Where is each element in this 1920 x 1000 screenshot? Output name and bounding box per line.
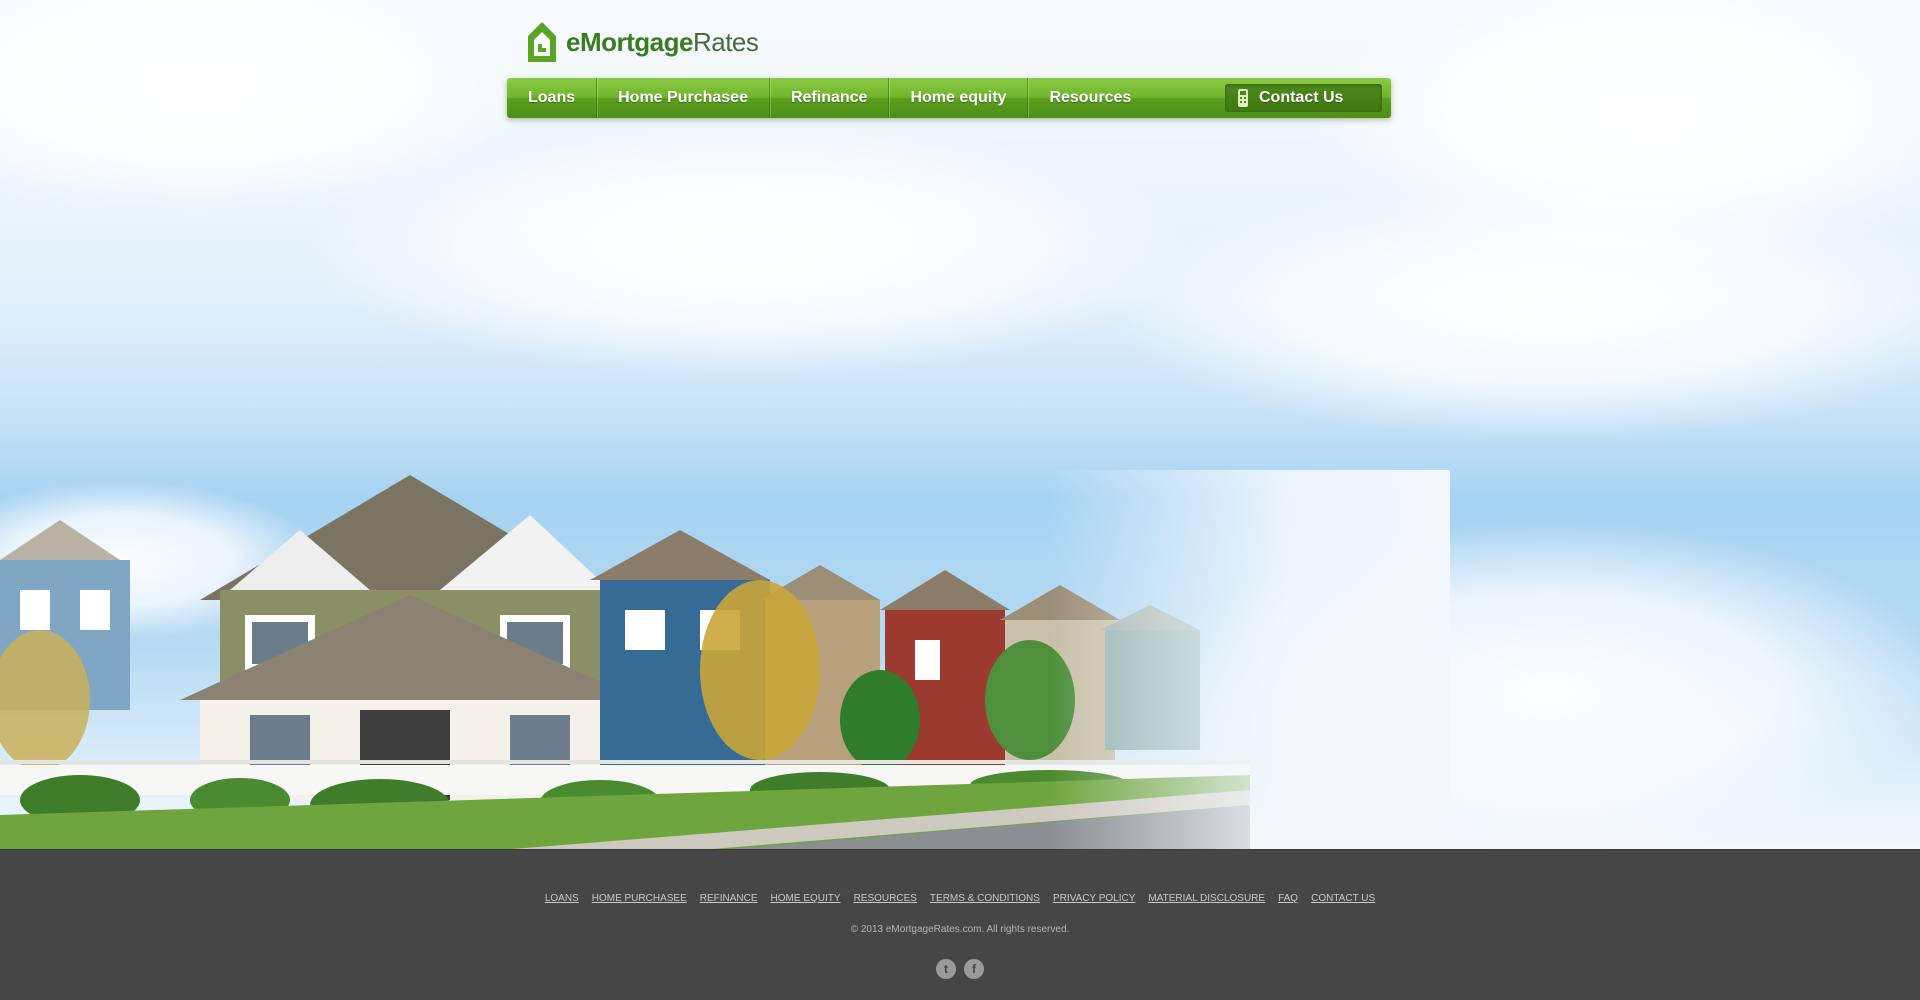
footer-link-home-equity[interactable]: HOME EQUITY	[771, 893, 841, 904]
nav-item-home-equity[interactable]: Home equity	[889, 78, 1029, 118]
street-fade-overlay	[1050, 470, 1450, 850]
footer-link-resources[interactable]: RESOURCES	[854, 893, 917, 904]
nav-item-loans[interactable]: Loans	[507, 78, 598, 118]
nav-item-refinance[interactable]: Refinance	[770, 78, 890, 118]
footer-link-privacy[interactable]: PRIVACY POLICY	[1053, 893, 1135, 904]
house-logo-icon	[528, 22, 556, 62]
footer-link-refinance[interactable]: REFINANCE	[700, 893, 758, 904]
cloud	[300, 120, 1200, 380]
contact-us-label: Contact Us	[1259, 89, 1344, 106]
footer-link-loans[interactable]: LOANS	[545, 893, 579, 904]
footer-link-home-purchase[interactable]: HOME PURCHASEE	[592, 893, 687, 904]
logo-text-light: Rates	[692, 26, 759, 57]
nav-item-home-purchase[interactable]: Home Purchasee	[597, 78, 770, 118]
twitter-icon[interactable]: t	[936, 959, 956, 979]
facebook-icon[interactable]: f	[964, 959, 984, 979]
footer-nav: LOANS HOME PURCHASEE REFINANCE HOME EQUI…	[0, 893, 1920, 904]
page: eMortgageRates Loans Home Purchasee Refi…	[0, 0, 1920, 1000]
logo-text-bold: eMortgage	[566, 26, 693, 57]
copyright-text: © 2013 eMortgageRates.com. All rights re…	[850, 924, 1070, 935]
footer-link-disclosure[interactable]: MATERIAL DISCLOSURE	[1148, 893, 1265, 904]
contact-us-button[interactable]: Contact Us	[1225, 84, 1382, 112]
main-nav: Loans Home Purchasee Refinance Home equi…	[507, 78, 1391, 118]
social-links: t f	[0, 959, 1920, 979]
logo[interactable]: eMortgageRates	[526, 20, 759, 64]
footer: LOANS HOME PURCHASEE REFINANCE HOME EQUI…	[0, 849, 1920, 1000]
phone-icon	[1238, 89, 1248, 107]
cloud	[1100, 180, 1920, 440]
footer-link-contact[interactable]: CONTACT US	[1311, 893, 1375, 904]
nav-item-resources[interactable]: Resources	[1028, 78, 1152, 118]
footer-link-faq[interactable]: FAQ	[1278, 893, 1298, 904]
footer-link-terms[interactable]: TERMS & CONDITIONS	[930, 893, 1040, 904]
logo-text: eMortgageRates	[566, 26, 759, 58]
